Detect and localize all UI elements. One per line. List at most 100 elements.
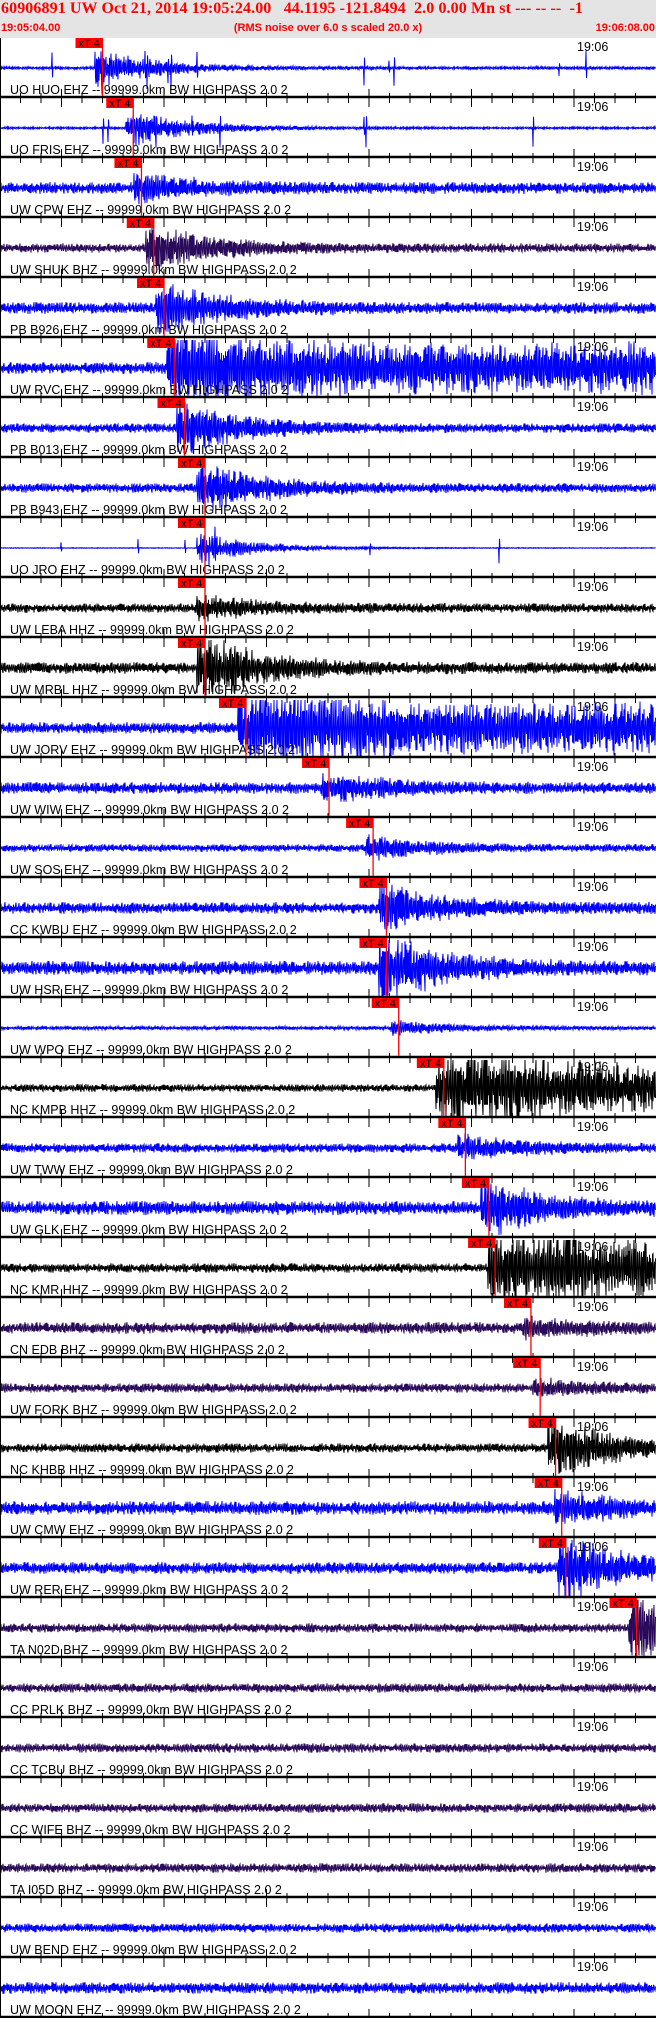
- pick-label: xT 4: [375, 998, 396, 1010]
- waveform: [0, 173, 656, 205]
- minute-mark-label: 19:06: [577, 520, 608, 534]
- station-label: UW HSR EHZ -- 99999.0km BW HIGHPASS 2.0 …: [10, 983, 288, 997]
- trace-row[interactable]: 19:06UW RVC EHZ -- 99999.0km BW HIGHPASS…: [0, 338, 656, 407]
- minute-mark-label: 19:06: [577, 100, 608, 114]
- trace-row[interactable]: 19:06 PB B926 EHZ -- 99999.0km BW HIGHPAS…: [0, 278, 656, 347]
- pick-label: xT 4: [161, 398, 182, 410]
- trace-row[interactable]: 19:06 CC TCBU BHZ -- 99999.0km BW HIGHPAS…: [0, 1720, 656, 1787]
- minute-mark-label: 19:06: [577, 940, 608, 954]
- pick-label: xT 4: [420, 1058, 441, 1070]
- trace-row[interactable]: 19:06 UW MOON EHZ -- 99999.0km BW HIGHPAS…: [0, 1960, 656, 2018]
- pick-label: xT 4: [362, 938, 383, 950]
- event-title: 60906891 UW Oct 21, 2014 19:05:24.00 44.…: [1, 0, 584, 17]
- trace-row[interactable]: 19:06 NC KHBB HHZ -- 99999.0km BW HIGHPAS…: [0, 1418, 656, 1487]
- waveform: [0, 526, 656, 566]
- pick-label: xT 4: [181, 518, 202, 530]
- waveform: [0, 1682, 656, 1694]
- minute-mark-label: 19:06: [577, 760, 608, 774]
- minute-mark-label: 19:06: [577, 1060, 608, 1074]
- trace-row[interactable]: 19:06 NC KMPB HHZ -- 99999.0km BW HIGHPAS…: [0, 1058, 656, 1127]
- pick-label: xT 4: [181, 638, 202, 650]
- trace-row[interactable]: 19:06 UO FRIS EHZ -- 99999.0km BW HIGHPAS…: [0, 98, 656, 167]
- station-label: PB B926 EHZ -- 99999.0km BW HIGHPASS 2.0…: [10, 323, 287, 337]
- station-label: UW CMW EHZ -- 99999.0km BW HIGHPASS 2.0 …: [10, 1523, 293, 1537]
- station-label: UW WIW EHZ -- 99999.0km BW HIGHPASS 2.0 …: [10, 803, 289, 817]
- trace-row[interactable]: 19:06 UO JRO EHZ -- 99999.0km BW HIGHPASS…: [0, 518, 656, 587]
- minute-mark-label: 19:06: [577, 1360, 608, 1374]
- pick-label: xT 4: [305, 758, 326, 770]
- station-label: UW FORK BHZ -- 99999.0km BW HIGHPASS 2.0…: [10, 1403, 297, 1417]
- trace-row[interactable]: 19:06 CC KWBU EHZ -- 99999.0km BW HIGHPAS…: [0, 878, 656, 947]
- minute-mark-label: 19:06: [577, 1900, 608, 1914]
- trace-row[interactable]: 19:06 UW CMW EHZ -- 99999.0km BW HIGHPASS…: [0, 1478, 656, 1547]
- pick-label: xT 4: [362, 878, 383, 890]
- trace-row[interactable]: 19:06 UW LEBA HHZ -- 99999.0km BW HIGHPAS…: [0, 578, 656, 647]
- station-label: UW GLK EHZ -- 99999.0km BW HIGHPASS 2.0 …: [10, 1223, 287, 1237]
- minute-mark-label: 19:06: [577, 220, 608, 234]
- trace-row[interactable]: 19:06 UW BEND EHZ -- 99999.0km BW HIGHPAS…: [0, 1900, 656, 1967]
- pick-label: xT 4: [222, 698, 243, 710]
- trace-row[interactable]: 19:06 UW WIW EHZ -- 99999.0km BW HIGHPASS…: [0, 758, 656, 827]
- minute-mark-label: 19:06: [577, 1840, 608, 1854]
- minute-mark-label: 19:06: [577, 820, 608, 834]
- trace-row[interactable]: 19:06 PB B013 EHZ -- 99999.0km BW HIGHPAS…: [0, 398, 656, 467]
- pick-label: xT 4: [79, 38, 100, 50]
- waveform: [0, 834, 656, 861]
- trace-row[interactable]: 19:06NC KMR HHZ -- 99999.0km BW HIGHPASS…: [0, 1238, 656, 1307]
- waveform: [0, 595, 656, 622]
- pick-label: xT 4: [109, 98, 130, 110]
- pick-label: xT 4: [140, 278, 161, 290]
- station-label: PB B013 EHZ -- 99999.0km BW HIGHPASS 2.0…: [10, 443, 287, 457]
- station-label: UW WPO EHZ -- 99999.0km BW HIGHPASS 2.0 …: [10, 1043, 292, 1057]
- trace-row[interactable]: 19:06 UW GLK EHZ -- 99999.0km BW HIGHPASS…: [0, 1178, 656, 1247]
- minute-mark-label: 19:06: [577, 1300, 608, 1314]
- trace-row[interactable]: 19:06 CN EDB BHZ -- 99999.0km BW HIGHPASS…: [0, 1298, 656, 1367]
- minute-mark-label: 19:06: [577, 400, 608, 414]
- minute-mark-label: 19:06: [577, 1000, 608, 1014]
- pick-label: xT 4: [117, 158, 138, 170]
- minute-mark-label: 19:06: [577, 1480, 608, 1494]
- station-label: UW SOS EHZ -- 99999.0km BW HIGHPASS 2.0 …: [10, 863, 288, 877]
- minute-mark-label: 19:06: [577, 160, 608, 174]
- end-time: 19:06:08.00: [595, 22, 655, 34]
- trace-row[interactable]: 19:06 UW CPW EHZ -- 99999.0km BW HIGHPASS…: [0, 158, 656, 227]
- pick-label: xT 4: [507, 1298, 528, 1310]
- trace-row[interactable]: 19:06 TA I05D BHZ -- 99999.0km BW HIGHPAS…: [0, 1840, 656, 1907]
- trace-row[interactable]: 19:06UW SHUK BHZ -- 99999.0km BW HIGHPAS…: [0, 218, 656, 287]
- seismogram-viewer: 60906891 UW Oct 21, 2014 19:05:24.00 44.…: [0, 0, 656, 2018]
- minute-mark-label: 19:06: [577, 1120, 608, 1134]
- minute-mark-label: 19:06: [577, 580, 608, 594]
- minute-mark-label: 19:06: [577, 1660, 608, 1674]
- trace-row[interactable]: 19:06 UW MRBL HHZ -- 99999.0km BW HIGHPAS…: [0, 638, 656, 707]
- trace-row[interactable]: 19:06 PB B943 EHZ -- 99999.0km BW HIGHPAS…: [0, 458, 656, 527]
- minute-mark-label: 19:06: [577, 1240, 608, 1254]
- trace-row[interactable]: 19:06 UW JORV EHZ -- 99999.0km BW HIGHPAS…: [0, 698, 656, 767]
- minute-mark-label: 19:06: [577, 1720, 608, 1734]
- minute-mark-label: 19:06: [577, 1600, 608, 1614]
- pick-label: xT 4: [130, 218, 151, 230]
- trace-row[interactable]: 19:06 UW FORK BHZ -- 99999.0km BW HIGHPAS…: [0, 1358, 656, 1427]
- trace-row[interactable]: 19:06 CC WIFE BHZ -- 99999.0km BW HIGHPAS…: [0, 1780, 656, 1847]
- trace-row[interactable]: 19:06 UW WPO EHZ -- 99999.0km BW HIGHPASS…: [0, 998, 656, 1067]
- waveform: [0, 1981, 656, 1995]
- trace-row[interactable]: 19:06 UW SOS EHZ -- 99999.0km BW HIGHPASS…: [0, 818, 656, 887]
- trace-row[interactable]: 19:06 UW HSR EHZ -- 99999.0km BW HIGHPASS…: [0, 938, 656, 1007]
- pick-label: xT 4: [613, 1598, 634, 1610]
- station-label: UW MOON EHZ -- 99999.0km BW HIGHPASS 2.0…: [10, 2003, 301, 2017]
- station-label: CN EDB BHZ -- 99999.0km BW HIGHPASS 2.0 …: [10, 1343, 285, 1357]
- trace-row[interactable]: 19:06UO HUO EHZ -- 99999.0km BW HIGHPASS…: [0, 38, 656, 107]
- station-label: UW RER EHZ -- 99999.0km BW HIGHPASS 2.0 …: [10, 1583, 288, 1597]
- trace-row[interactable]: 19:06TA N02D BHZ -- 99999.0km BW HIGHPAS…: [0, 1598, 656, 1667]
- minute-mark-label: 19:06: [577, 1780, 608, 1794]
- trace-row[interactable]: 19:06 CC PRLK BHZ -- 99999.0km BW HIGHPAS…: [0, 1660, 656, 1727]
- station-label: UW JORV EHZ -- 99999.0km BW HIGHPASS 2.0…: [10, 743, 295, 757]
- waveform: [0, 1377, 656, 1397]
- waveform: [0, 1922, 656, 1934]
- trace-row[interactable]: 19:06 UW TWW EHZ -- 99999.0km BW HIGHPASS…: [0, 1118, 656, 1187]
- waveform: [0, 1133, 656, 1160]
- minute-mark-label: 19:06: [577, 1540, 608, 1554]
- station-label: UW MRBL HHZ -- 99999.0km BW HIGHPASS 2.0…: [10, 683, 297, 697]
- station-label: NC KHBB HHZ -- 99999.0km BW HIGHPASS 2.0…: [10, 1463, 294, 1477]
- trace-row[interactable]: 19:06 UW RER EHZ -- 99999.0km BW HIGHPASS…: [0, 1538, 656, 1607]
- waveform: [0, 1489, 656, 1524]
